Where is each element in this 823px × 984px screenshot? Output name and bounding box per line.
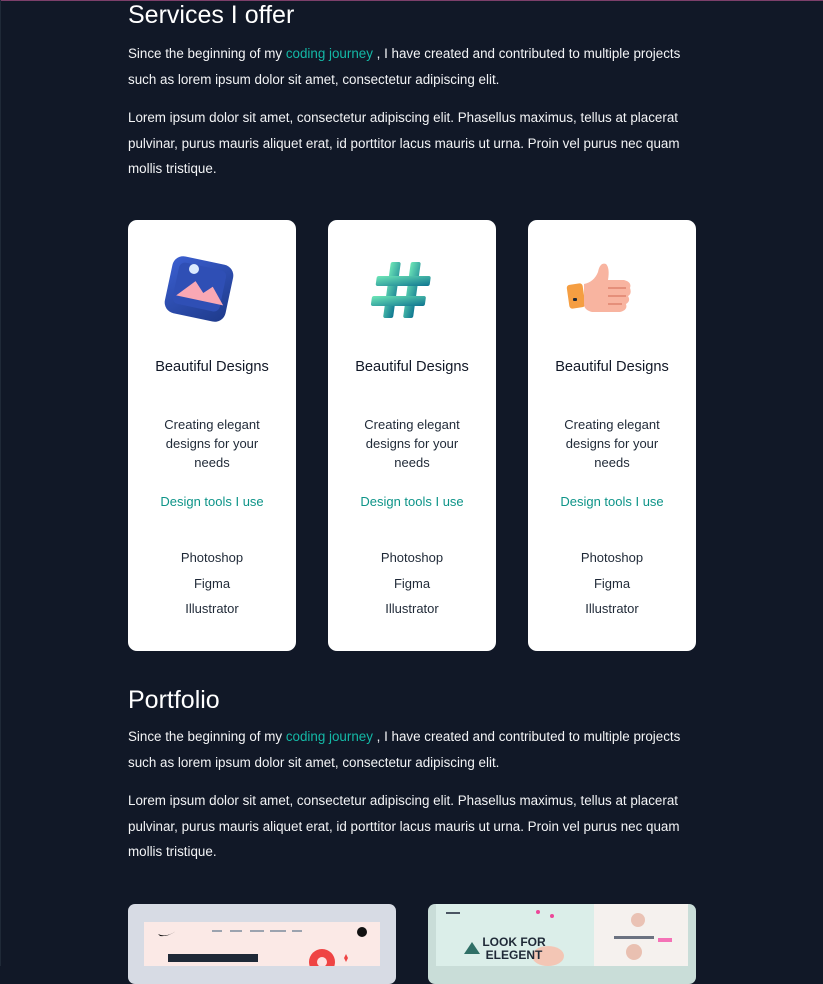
tool-item: Photoshop bbox=[180, 550, 244, 565]
tools-list: Photoshop Figma Illustrator bbox=[128, 545, 296, 622]
portfolio-intro-text: Since the beginning of my bbox=[128, 729, 286, 744]
service-card: Beautiful Designs Creating elegant desig… bbox=[128, 220, 296, 651]
tool-item: Illustrator bbox=[585, 601, 639, 616]
tool-item: Figma bbox=[193, 575, 231, 591]
card-description: Creating elegant designs for your needs bbox=[164, 417, 260, 470]
card-title: Beautiful Designs bbox=[155, 359, 269, 375]
tools-list: Photoshop Figma Illustrator bbox=[528, 545, 696, 622]
services-section: Services I offer Since the beginning of … bbox=[128, 0, 696, 182]
services-intro-text: Since the beginning of my bbox=[128, 46, 286, 61]
hashtag-icon bbox=[370, 262, 431, 318]
design-tools-link[interactable]: Design tools I use bbox=[158, 492, 266, 511]
services-paragraph: Lorem ipsum dolor sit amet, consectetur … bbox=[128, 110, 680, 176]
tool-item: Illustrator bbox=[185, 601, 239, 616]
design-tools-link[interactable]: Design tools I use bbox=[558, 492, 666, 511]
coding-journey-link[interactable]: coding journey bbox=[286, 729, 373, 744]
portfolio-paragraph: Lorem ipsum dolor sit amet, consectetur … bbox=[128, 793, 680, 859]
portfolio-heading: Portfolio bbox=[128, 686, 220, 714]
image-gallery-icon bbox=[164, 256, 234, 322]
portfolio-section: Portfolio Since the beginning of my codi… bbox=[128, 685, 696, 865]
portfolio-item[interactable]: LOOK FOR ELEGENT bbox=[428, 904, 696, 984]
portfolio-intro: Since the beginning of my coding journey… bbox=[128, 724, 696, 775]
portfolio-preview-image bbox=[144, 922, 380, 982]
coding-journey-link[interactable]: coding journey bbox=[286, 46, 373, 61]
card-title: Beautiful Designs bbox=[355, 359, 469, 375]
card-description: Creating elegant designs for your needs bbox=[564, 417, 660, 470]
card-description: Creating elegant designs for your needs bbox=[364, 417, 460, 470]
design-tools-link[interactable]: Design tools I use bbox=[358, 492, 466, 511]
tool-item: Figma bbox=[593, 575, 631, 591]
service-card: Beautiful Designs Creating elegant desig… bbox=[528, 220, 696, 651]
tool-item: Illustrator bbox=[385, 601, 439, 616]
portfolio-thumb-caption: LOOK FOR ELEGENT bbox=[482, 935, 546, 962]
left-border bbox=[0, 0, 1, 966]
service-card: Beautiful Designs Creating elegant desig… bbox=[328, 220, 496, 651]
tool-item: Photoshop bbox=[380, 550, 444, 565]
portfolio-thumbnails: LOOK FOR ELEGENT bbox=[128, 904, 696, 984]
tool-item: Photoshop bbox=[580, 550, 644, 565]
services-intro: Since the beginning of my coding journey… bbox=[128, 41, 696, 92]
portfolio-preview-image bbox=[436, 904, 688, 984]
portfolio-item[interactable] bbox=[128, 904, 396, 984]
tool-item: Figma bbox=[393, 575, 431, 591]
tools-list: Photoshop Figma Illustrator bbox=[328, 545, 496, 622]
card-title: Beautiful Designs bbox=[555, 359, 669, 375]
services-heading: Services I offer bbox=[128, 1, 295, 29]
services-cards: Beautiful Designs Creating elegant desig… bbox=[128, 220, 696, 651]
thumbs-up-icon bbox=[566, 263, 631, 312]
